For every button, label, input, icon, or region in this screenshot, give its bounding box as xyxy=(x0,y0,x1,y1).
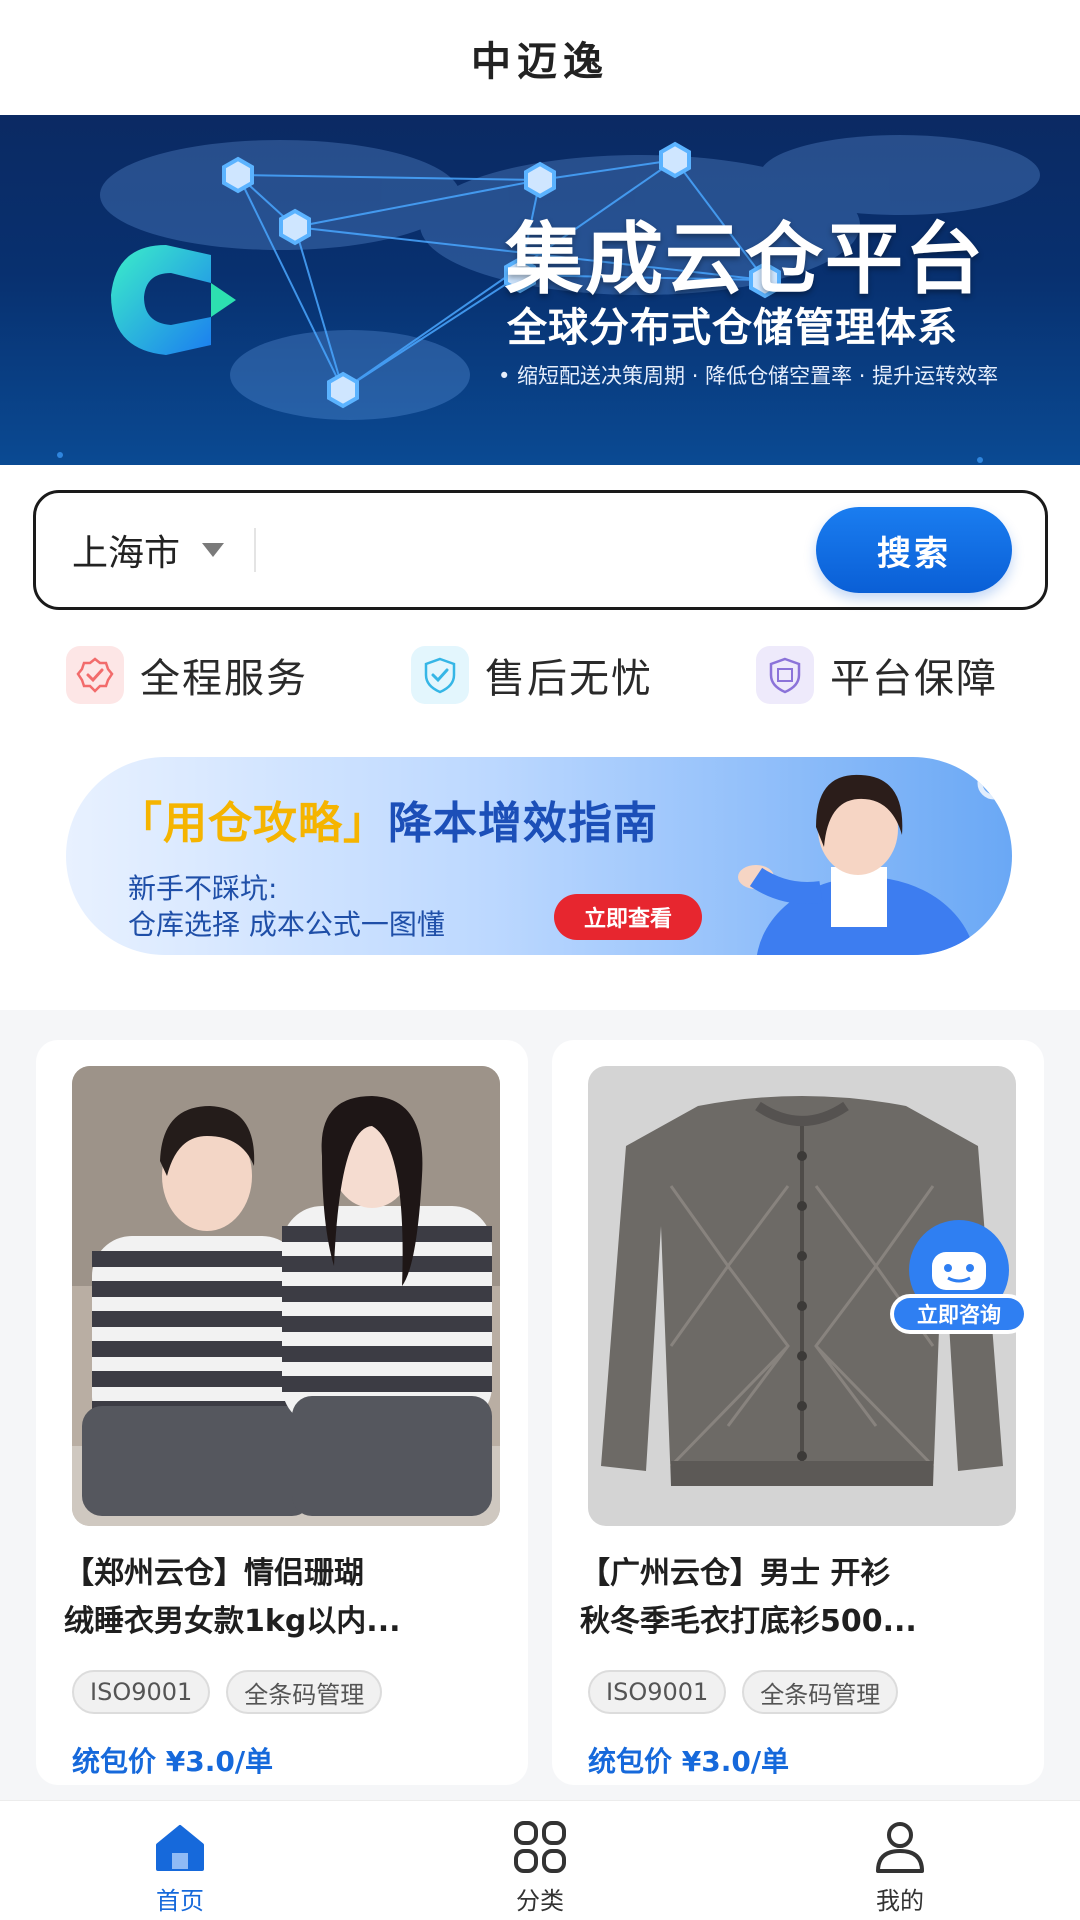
grid-icon xyxy=(514,1821,566,1873)
city-selector[interactable]: 上海市 xyxy=(36,493,225,607)
search-button[interactable]: 搜索 xyxy=(816,507,1012,593)
tab-profile[interactable]: 我的 xyxy=(810,1801,990,1920)
app-title: 中迈逸 xyxy=(471,38,609,85)
caret-down-icon xyxy=(202,543,225,557)
guarantee-shield-icon xyxy=(756,646,814,704)
tab-label: 首页 xyxy=(156,1887,204,1915)
consult-button[interactable]: 立即咨询 xyxy=(888,1220,1030,1340)
product-image xyxy=(72,1066,500,1526)
search-input[interactable] xyxy=(256,520,816,580)
feature-full-service: 全程服务 xyxy=(66,640,308,710)
home-icon xyxy=(156,1825,204,1871)
user-icon xyxy=(876,1822,924,1873)
feature-platform-guarantee: 平台保障 xyxy=(756,640,998,710)
consult-label: 立即咨询 xyxy=(917,1303,1001,1327)
tag-iso9001: ISO9001 xyxy=(588,1670,727,1714)
assistant-illustration xyxy=(738,766,1011,955)
product-price: 统包价 ¥3.0/单 xyxy=(72,1745,274,1778)
product-name: 【广州云仓】男士 开衫 秋冬季毛衣打底衫500... xyxy=(580,1550,1016,1646)
feature-label: 全程服务 xyxy=(140,656,308,702)
hero-subheadline: 全球分布式仓储管理体系 xyxy=(507,305,958,351)
product-name-line2: 绒睡衣男女款1kg以内... xyxy=(64,1604,401,1639)
app-header: 中迈逸 xyxy=(0,0,1080,115)
tag-barcode: 全条码管理 xyxy=(226,1670,383,1714)
city-label: 上海市 xyxy=(72,533,181,574)
product-card[interactable]: 【广州云仓】男士 开衫 秋冬季毛衣打底衫500... ISO9001 全条码管理… xyxy=(552,1040,1044,1785)
tab-label: 我的 xyxy=(876,1887,924,1915)
product-tags: ISO9001 全条码管理 xyxy=(588,1670,914,1714)
promo-title-highlight: 「用仓攻略」 xyxy=(118,798,388,849)
tab-label: 分类 xyxy=(516,1887,564,1915)
hero-banner[interactable]: 集成云仓平台 全球分布式仓储管理体系 • 缩短配送决策周期 · 降低仓储空置率 … xyxy=(0,115,1080,465)
promo-view-button[interactable]: 立即查看 xyxy=(554,894,702,940)
tag-iso9001: ISO9001 xyxy=(72,1670,211,1714)
c-logo-icon xyxy=(111,245,236,355)
hero-tagline: • 缩短配送决策周期 · 降低仓储空置率 · 提升运转效率 xyxy=(498,364,999,388)
promo-title: 「用仓攻略」降本增效指南 xyxy=(118,787,658,851)
bottom-tab-bar: 首页 分类 我的 xyxy=(0,1800,1080,1920)
feature-label: 平台保障 xyxy=(830,656,998,702)
tab-home[interactable]: 首页 xyxy=(90,1801,270,1920)
promo-line2: 仓库选择 成本公式一图懂 xyxy=(128,908,445,941)
promo-title-rest: 降本增效指南 xyxy=(388,798,658,849)
product-name-line2: 秋冬季毛衣打底衫500... xyxy=(580,1604,917,1639)
feature-label: 售后无忧 xyxy=(485,656,653,702)
product-tags: ISO9001 全条码管理 xyxy=(72,1670,398,1714)
product-name-line1: 【郑州云仓】情侣珊瑚 xyxy=(64,1556,364,1591)
product-card[interactable]: 【郑州云仓】情侣珊瑚 绒睡衣男女款1kg以内... ISO9001 全条码管理 … xyxy=(36,1040,528,1785)
feature-after-sales: 售后无忧 xyxy=(411,640,653,710)
tab-category[interactable]: 分类 xyxy=(450,1801,630,1920)
shield-check-icon xyxy=(411,646,469,704)
promo-line1: 新手不踩坑: xyxy=(128,872,278,905)
badge-check-icon xyxy=(66,646,124,704)
feature-badges: 全程服务 售后无忧 平台保障 xyxy=(0,640,1080,710)
promo-banner[interactable]: 「用仓攻略」降本增效指南 新手不踩坑: 仓库选择 成本公式一图懂 立即查看 xyxy=(66,757,1012,955)
tag-barcode: 全条码管理 xyxy=(742,1670,899,1714)
product-name: 【郑州云仓】情侣珊瑚 绒睡衣男女款1kg以内... xyxy=(64,1550,500,1646)
product-price: 统包价 ¥3.0/单 xyxy=(588,1745,790,1778)
hero-headline: 集成云仓平台 xyxy=(505,215,986,305)
product-name-line1: 【广州云仓】男士 开衫 xyxy=(580,1556,891,1591)
search-bar: 上海市 搜索 xyxy=(33,490,1048,610)
